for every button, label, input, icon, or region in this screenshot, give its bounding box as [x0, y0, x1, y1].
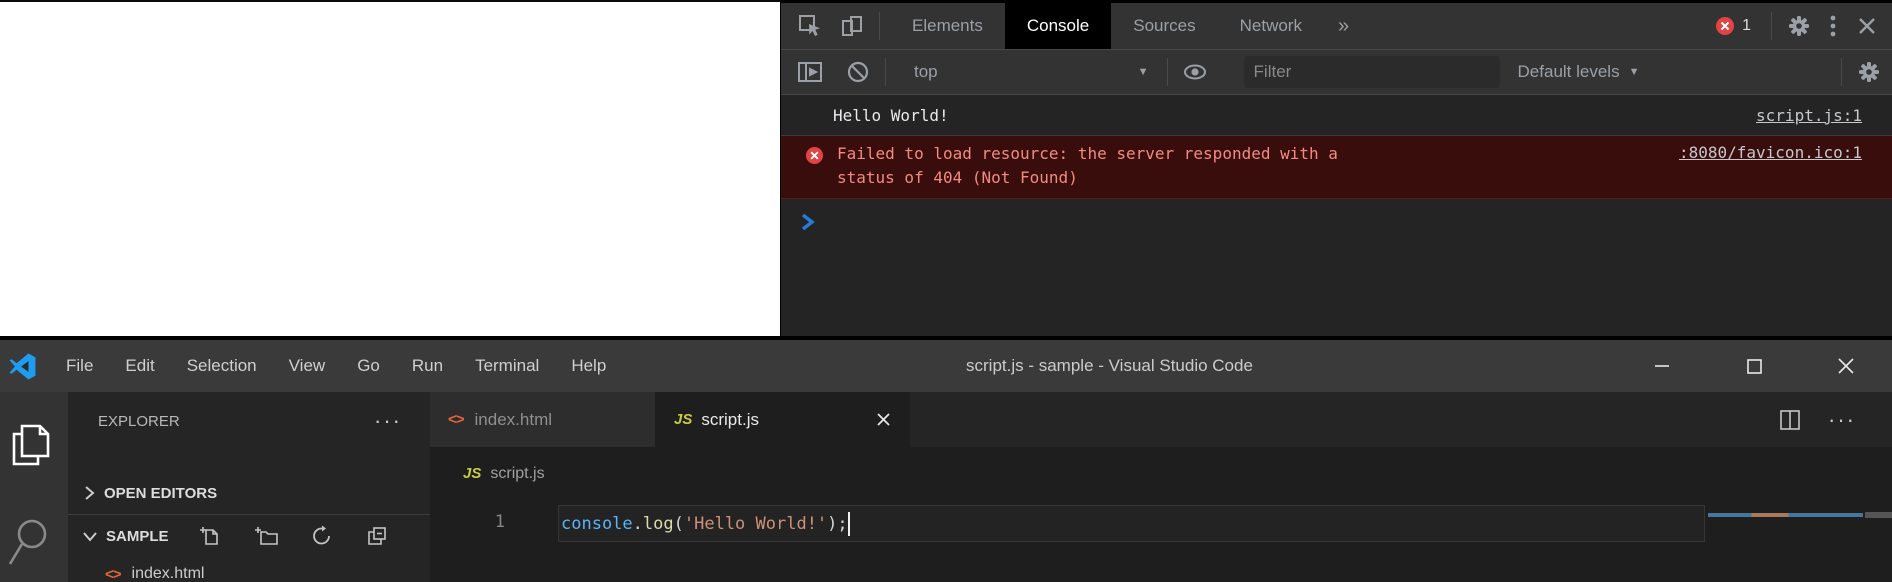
- divider: [885, 58, 886, 86]
- file-item-index-html[interactable]: <> index.html: [68, 557, 430, 582]
- breadcrumb-file-label: script.js: [490, 465, 544, 483]
- html-file-icon: <>: [105, 566, 121, 582]
- editor-tabs: <> index.html JS script.js: [430, 392, 1892, 447]
- editor-more-actions-icon[interactable]: ···: [1828, 407, 1856, 433]
- log-levels-dropdown[interactable]: Default levels ▼: [1518, 62, 1640, 82]
- explorer-files-icon[interactable]: [8, 420, 52, 466]
- filter-input[interactable]: [1244, 56, 1500, 88]
- tab-elements[interactable]: Elements: [890, 3, 1005, 49]
- minimap[interactable]: [1708, 513, 1863, 517]
- chevron-right-icon: [82, 485, 96, 501]
- console-error-row: Failed to load resource: the server resp…: [781, 136, 1892, 199]
- vscode-titlebar: File Edit Selection View Go Run Terminal…: [0, 340, 1892, 392]
- explorer-sidebar: EXPLORER ··· OPEN EDITORS SAMPLE: [68, 392, 430, 582]
- open-editors-label: OPEN EDITORS: [104, 485, 217, 502]
- clear-console-icon[interactable]: [841, 55, 875, 89]
- inspect-element-icon[interactable]: [793, 9, 827, 43]
- menu-help[interactable]: Help: [555, 340, 622, 392]
- devtools-tabbar: Elements Console Sources Network » 1: [781, 3, 1892, 49]
- error-source-link[interactable]: :8080/favicon.ico:1: [1679, 143, 1862, 162]
- code-area[interactable]: 1 console.log('Hello World!');: [430, 500, 1892, 582]
- error-count-badge[interactable]: 1: [1715, 16, 1751, 36]
- chevron-down-icon[interactable]: ▼: [1138, 66, 1149, 78]
- refresh-icon[interactable]: [311, 525, 333, 547]
- minimize-button[interactable]: [1616, 340, 1708, 392]
- tab-label: index.html: [475, 410, 552, 430]
- chevron-down-icon: ▼: [1629, 66, 1640, 78]
- menu-terminal[interactable]: Terminal: [459, 340, 555, 392]
- divider: [1167, 58, 1168, 86]
- prompt-chevron-icon: [801, 213, 816, 231]
- collapse-folders-icon[interactable]: [366, 525, 388, 547]
- maximize-button[interactable]: [1708, 340, 1800, 392]
- explorer-more-actions-icon[interactable]: ···: [374, 408, 402, 434]
- chevron-down-icon: [82, 529, 98, 543]
- tab-index-html[interactable]: <> index.html: [430, 392, 656, 447]
- activity-bar: [0, 392, 68, 582]
- console-prompt[interactable]: [781, 199, 1892, 245]
- live-expression-eye-icon[interactable]: [1178, 55, 1212, 89]
- error-icon: [805, 146, 824, 165]
- tab-label: script.js: [701, 410, 759, 430]
- vscode-logo-icon: [9, 353, 36, 380]
- file-name-label: index.html: [132, 565, 205, 582]
- folder-name-label: SAMPLE: [106, 528, 169, 545]
- close-tab-icon[interactable]: [876, 412, 891, 427]
- js-file-icon: JS: [674, 411, 692, 428]
- more-tabs-icon[interactable]: »: [1324, 15, 1363, 38]
- explorer-title: EXPLORER: [98, 413, 180, 430]
- html-file-icon: <>: [448, 411, 464, 428]
- code-line: console.log('Hello World!');: [559, 512, 850, 536]
- tab-script-js[interactable]: JS script.js: [656, 392, 910, 447]
- menu-edit[interactable]: Edit: [109, 340, 170, 392]
- menu-selection[interactable]: Selection: [171, 340, 273, 392]
- close-window-button[interactable]: [1800, 340, 1892, 392]
- devtools-panel: Elements Console Sources Network » 1: [780, 0, 1892, 336]
- new-file-icon[interactable]: [199, 525, 221, 547]
- console-messages: Hello World! script.js:1 Failed to load …: [781, 95, 1892, 245]
- context-selector[interactable]: top: [914, 62, 938, 82]
- divider: [879, 12, 880, 40]
- console-settings-gear-icon[interactable]: [1852, 55, 1886, 89]
- breadcrumb[interactable]: JS script.js: [430, 447, 1892, 500]
- line-number: 1: [430, 512, 505, 532]
- divider: [1841, 58, 1842, 86]
- error-message: Failed to load resource: the server resp…: [837, 142, 1357, 190]
- tab-console[interactable]: Console: [1005, 3, 1111, 49]
- settings-gear-icon[interactable]: [1782, 9, 1816, 43]
- vscode-window: File Edit Selection View Go Run Terminal…: [0, 336, 1892, 582]
- divider: [1771, 12, 1772, 40]
- menu-run[interactable]: Run: [396, 340, 459, 392]
- kebab-menu-icon[interactable]: [1816, 9, 1850, 43]
- tab-network[interactable]: Network: [1218, 3, 1324, 49]
- close-devtools-icon[interactable]: [1850, 9, 1884, 43]
- new-folder-icon[interactable]: [254, 525, 278, 547]
- split-editor-icon[interactable]: [1778, 408, 1802, 432]
- editor-pane: <> index.html JS script.js: [430, 392, 1892, 582]
- overview-ruler-mark: [1865, 512, 1892, 518]
- error-count: 1: [1742, 17, 1751, 35]
- browser-viewport: [0, 0, 780, 336]
- js-file-icon: JS: [463, 465, 481, 482]
- console-sidebar-icon[interactable]: [793, 55, 827, 89]
- log-source-link[interactable]: script.js:1: [1756, 106, 1862, 125]
- text-cursor: [848, 512, 850, 536]
- console-log-row: Hello World! script.js:1: [781, 95, 1892, 136]
- menu-view[interactable]: View: [273, 340, 342, 392]
- open-editors-section[interactable]: OPEN EDITORS: [68, 472, 430, 514]
- device-toolbar-icon[interactable]: [835, 9, 869, 43]
- menu-file[interactable]: File: [50, 340, 109, 392]
- current-line-highlight: console.log('Hello World!');: [558, 505, 1705, 542]
- folder-section[interactable]: SAMPLE: [68, 515, 430, 557]
- error-icon: [1715, 16, 1735, 36]
- menu-go[interactable]: Go: [341, 340, 396, 392]
- search-icon[interactable]: [8, 518, 50, 568]
- log-message: Hello World!: [833, 106, 949, 125]
- console-toolbar: top ▼ Default levels ▼: [781, 49, 1892, 95]
- log-levels-label: Default levels: [1518, 62, 1620, 82]
- tab-sources[interactable]: Sources: [1111, 3, 1217, 49]
- window-title: script.js - sample - Visual Studio Code: [966, 340, 1253, 392]
- screen: Elements Console Sources Network » 1: [0, 0, 1892, 582]
